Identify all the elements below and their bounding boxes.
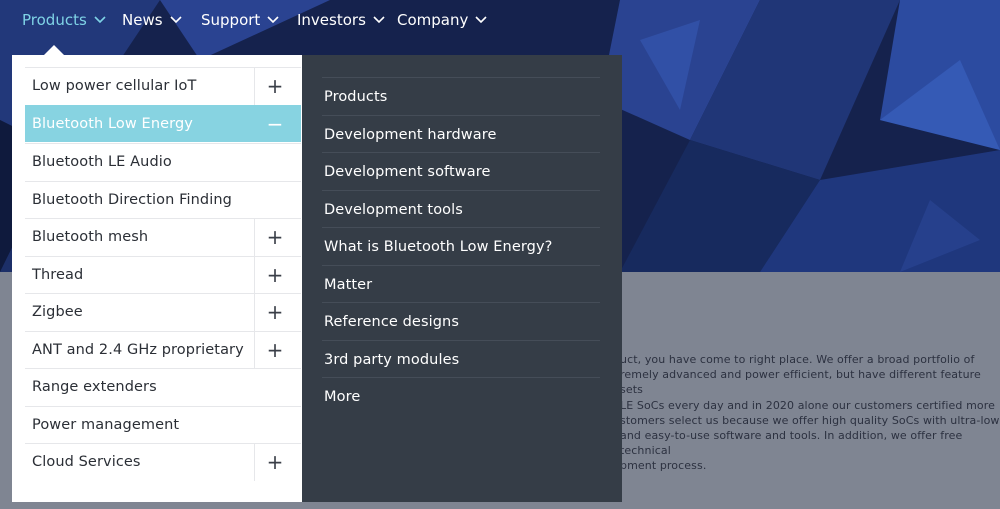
menu-item-label: Power management — [32, 417, 180, 433]
divider — [254, 444, 255, 481]
menu-item-bluetooth-low-energy[interactable]: Bluetooth Low Energy − — [25, 105, 328, 142]
menu-item-label: Bluetooth Direction Finding — [32, 192, 232, 208]
nav-investors-label: Investors — [297, 11, 366, 29]
nav-investors[interactable]: Investors — [297, 10, 385, 30]
expand-icon[interactable]: + — [263, 340, 287, 361]
menu-item-label: Thread — [32, 267, 84, 283]
category-menu: Low power cellular IoT + Bluetooth Low E… — [12, 55, 328, 502]
menu-item-label: Range extenders — [32, 379, 157, 395]
submenu-item-what-is-ble[interactable]: What is Bluetooth Low Energy? — [322, 227, 600, 265]
menu-item-thread[interactable]: Thread + — [25, 256, 301, 294]
submenu-item-matter[interactable]: Matter — [322, 265, 600, 303]
nav-news-label: News — [122, 11, 163, 29]
submenu-item-label: Matter — [324, 276, 373, 293]
expand-icon[interactable]: + — [263, 302, 287, 323]
chevron-down-icon — [267, 16, 279, 24]
nav-support[interactable]: Support — [201, 10, 279, 30]
menu-item-power-management[interactable]: Power management — [25, 406, 301, 443]
submenu-item-label: 3rd party modules — [324, 351, 460, 368]
submenu-item-more[interactable]: More — [322, 377, 600, 415]
menu-item-ant-proprietary[interactable]: ANT and 2.4 GHz proprietary + — [25, 331, 301, 369]
expand-icon[interactable]: + — [263, 76, 287, 97]
submenu-panel: Products Development hardware Developmen… — [302, 55, 622, 502]
chevron-down-icon — [169, 16, 182, 24]
submenu-item-label: More — [324, 388, 361, 405]
divider — [254, 68, 255, 105]
menu-item-bluetooth-mesh[interactable]: Bluetooth mesh + — [25, 218, 301, 256]
chevron-down-icon — [94, 16, 106, 24]
divider — [254, 257, 255, 294]
nav-products[interactable]: Products — [22, 10, 106, 30]
submenu-item-reference-designs[interactable]: Reference designs — [322, 302, 600, 340]
chevron-down-icon — [373, 16, 385, 24]
divider — [254, 294, 255, 331]
nav-news[interactable]: News — [122, 10, 182, 30]
menu-item-label: Bluetooth Low Energy — [32, 116, 193, 132]
submenu-item-label: Development software — [324, 163, 491, 180]
menu-item-zigbee[interactable]: Zigbee + — [25, 293, 301, 331]
expand-icon[interactable]: + — [263, 452, 287, 473]
submenu-item-development-hardware[interactable]: Development hardware — [322, 115, 600, 153]
menu-item-label: ANT and 2.4 GHz proprietary — [32, 342, 244, 358]
menu-item-low-power-cellular-iot[interactable]: Low power cellular IoT + — [25, 67, 301, 105]
divider — [254, 332, 255, 369]
submenu-item-3rd-party-modules[interactable]: 3rd party modules — [322, 340, 600, 378]
menu-item-label: Zigbee — [32, 304, 83, 320]
expand-icon[interactable]: + — [263, 227, 287, 248]
menu-item-bluetooth-le-audio[interactable]: Bluetooth LE Audio — [25, 143, 301, 180]
menu-item-cloud-services[interactable]: Cloud Services + — [25, 443, 301, 481]
collapse-icon[interactable]: − — [263, 114, 287, 135]
nav-company[interactable]: Company — [397, 10, 487, 30]
submenu-item-development-tools[interactable]: Development tools — [322, 190, 600, 228]
submenu-item-label: What is Bluetooth Low Energy? — [324, 238, 553, 255]
nav-company-label: Company — [397, 11, 469, 29]
submenu-item-label: Products — [324, 88, 388, 105]
chevron-down-icon — [475, 16, 487, 24]
dropdown-caret — [44, 45, 64, 55]
submenu-item-products[interactable]: Products — [322, 77, 600, 115]
menu-item-label: Bluetooth LE Audio — [32, 154, 172, 170]
background-paragraph: uct, you have come to right place. We of… — [620, 353, 1000, 473]
submenu-item-development-software[interactable]: Development software — [322, 152, 600, 190]
menu-item-bluetooth-direction-finding[interactable]: Bluetooth Direction Finding — [25, 181, 301, 218]
menu-item-label: Bluetooth mesh — [32, 229, 149, 245]
divider — [254, 219, 255, 256]
menu-item-label: Cloud Services — [32, 454, 141, 470]
nav-support-label: Support — [201, 11, 261, 29]
expand-icon[interactable]: + — [263, 265, 287, 286]
submenu-item-label: Development tools — [324, 201, 463, 218]
submenu-item-label: Reference designs — [324, 313, 459, 330]
menu-item-range-extenders[interactable]: Range extenders — [25, 368, 301, 405]
submenu-item-label: Development hardware — [324, 126, 497, 143]
nav-products-label: Products — [22, 11, 87, 29]
menu-item-label: Low power cellular IoT — [32, 78, 197, 94]
